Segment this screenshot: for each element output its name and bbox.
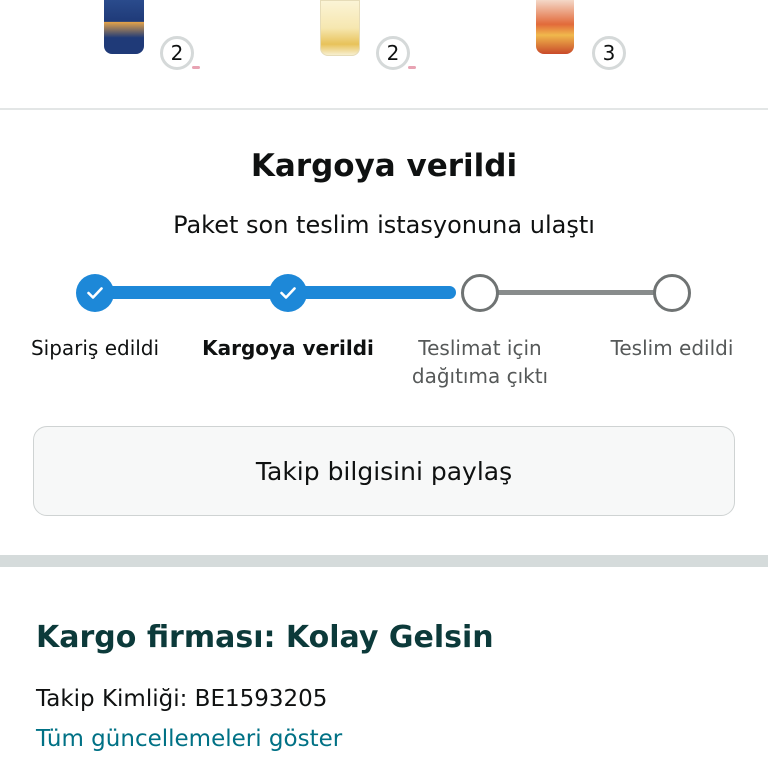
divider — [0, 108, 768, 110]
step-label-ordered: Sipariş edildi — [30, 336, 160, 360]
step-label-delivered: Teslim edildi — [610, 336, 734, 360]
step-label-shipped: Kargoya verildi — [202, 336, 374, 360]
step-2-check-icon — [269, 274, 307, 312]
shipment-status-title: Kargoya verildi — [250, 148, 518, 184]
share-tracking-label: Takip bilgisini paylaş — [255, 456, 513, 486]
carrier-title: Kargo firması: Kolay Gelsin — [36, 620, 494, 655]
badge-accent — [408, 66, 416, 69]
all-updates-link[interactable]: Tüm güncellemeleri göster — [36, 726, 342, 752]
product-image[interactable] — [320, 0, 360, 56]
quantity-badge: 3 — [592, 36, 626, 70]
progress-track-remaining — [480, 290, 672, 295]
product-image[interactable] — [536, 0, 574, 54]
step-label-out-for-delivery: Teslimat için dağıtıma çıktı — [411, 336, 549, 388]
product-thumbnails: 2 2 3 — [0, 0, 768, 108]
section-divider — [0, 555, 768, 567]
quantity-badge: 2 — [160, 36, 194, 70]
tracking-id: Takip Kimliği: BE1593205 — [36, 686, 328, 712]
shipment-status-subtitle: Paket son teslim istasyonuna ulaştı — [173, 211, 595, 239]
share-tracking-button[interactable]: Takip bilgisini paylaş — [33, 426, 735, 516]
product-image[interactable] — [104, 0, 144, 54]
step-4-circle-icon — [653, 274, 691, 312]
step-1-check-icon — [76, 274, 114, 312]
step-3-circle-icon — [461, 274, 499, 312]
quantity-badge: 2 — [376, 36, 410, 70]
badge-accent — [192, 66, 200, 69]
